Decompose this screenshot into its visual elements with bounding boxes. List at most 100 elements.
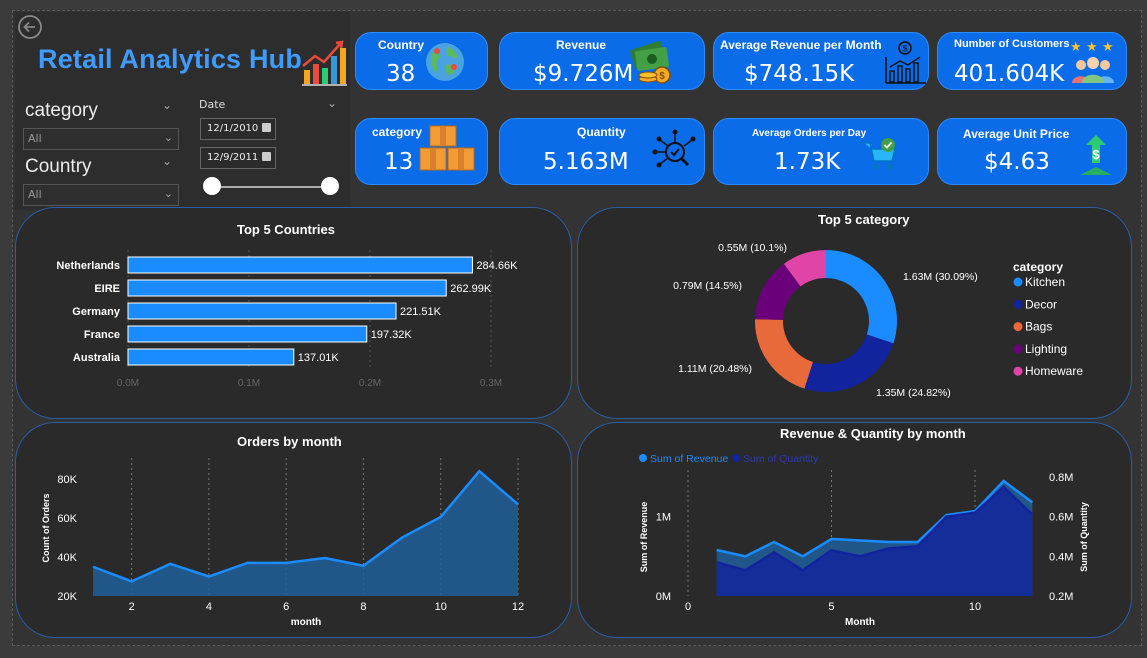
legend-marker [1013, 344, 1023, 354]
date-slicer-label: Date [199, 98, 226, 111]
kpi-card-avg-orders-day: Average Orders per Day 1.73K [713, 118, 929, 185]
category-slicer-dropdown[interactable]: All ⌄ [23, 128, 179, 150]
calendar-icon[interactable] [262, 152, 271, 161]
top5-countries-chart[interactable]: 0.0M 0.1M 0.2M 0.3M Netherlands 284.66K EIRE 26… [15, 240, 572, 410]
data-label: 137.01K [298, 352, 340, 364]
area-fill [93, 471, 518, 596]
svg-text:$: $ [1092, 147, 1100, 162]
data-label: 284.66K [476, 260, 518, 272]
category-label: France [84, 329, 120, 341]
revenue-quantity-chart[interactable]: Sum of Revenue Sum of Quantity 0 5 10 0M 1M 0.2… [577, 445, 1132, 635]
svg-text:$: $ [659, 71, 665, 82]
network-analysis-icon [652, 129, 696, 168]
boxes-icon [419, 125, 475, 171]
kpi-value: $4.63 [984, 149, 1050, 175]
start-date-input[interactable]: 12/1/2010 [200, 118, 276, 140]
kpi-value: 13 [384, 149, 414, 175]
y-right-tick-label: 0.4M [1049, 551, 1073, 563]
kpi-label: Average Orders per Day [752, 128, 867, 139]
x-tick-label: 0.0M [117, 378, 139, 389]
kpi-label: Average Unit Price [963, 127, 1070, 141]
kpi-card-revenue: Revenue $9.726M $ [499, 32, 705, 90]
category-label: Australia [73, 352, 121, 364]
chevron-down-icon: ⌄ [163, 131, 173, 144]
x-tick-label: 2 [129, 601, 135, 613]
kpi-label: Number of Customers [954, 38, 1070, 50]
globe-icon [426, 43, 464, 81]
date-slider-start-handle[interactable] [203, 177, 221, 195]
x-tick-label: 0.1M [238, 378, 260, 389]
y-tick-label: 80K [57, 474, 77, 486]
donut-slice [826, 250, 897, 344]
x-tick-label: 6 [283, 601, 289, 613]
y-right-tick-label: 0.8M [1049, 472, 1073, 484]
x-tick-label: 8 [360, 601, 366, 613]
x-tick-label: 5 [828, 601, 834, 613]
end-date-value: 12/9/2011 [207, 152, 259, 163]
chevron-down-icon[interactable]: ⌄ [162, 98, 172, 112]
money-growth-chart-icon: $ [885, 41, 926, 84]
legend-label: Lighting [1025, 342, 1067, 356]
donut-slice [755, 319, 813, 389]
kpi-value: 1.73K [774, 149, 841, 175]
orders-by-month-title: Orders by month [237, 434, 342, 449]
top5-category-chart[interactable]: 1.63M (30.09%) 1.35M (24.82%) 1.11M (20.48… [577, 225, 1132, 415]
svg-text:$: $ [902, 44, 907, 54]
end-date-input[interactable]: 12/9/2011 [200, 147, 276, 169]
slice-label: 0.79M (14.5%) [673, 280, 742, 292]
x-tick-label: 10 [969, 601, 981, 613]
legend-marker [1013, 366, 1023, 376]
x-tick-label: 0.2M [359, 378, 381, 389]
orders-by-month-chart[interactable]: 20K 40K 60K 80K 2 4 6 8 10 12 month Count of Orders [15, 450, 572, 635]
kpi-card-category: category 13 [355, 118, 488, 185]
kpi-value: 401.604K [954, 61, 1065, 87]
calendar-icon[interactable] [262, 123, 271, 132]
bar [127, 302, 397, 320]
x-axis-label: Month [845, 617, 875, 628]
dollar-growth-icon: $ [1080, 135, 1112, 175]
shopping-cart-check-icon [864, 138, 896, 170]
chevron-down-icon[interactable]: ⌄ [162, 154, 172, 168]
y-axis-label: Count of Orders [41, 494, 51, 563]
start-date-value: 12/1/2010 [207, 123, 259, 134]
kpi-value: 38 [386, 61, 416, 87]
x-tick-label: 4 [206, 601, 212, 613]
legend-label: Decor [1025, 297, 1057, 311]
slice-label: 1.11M (20.48%) [678, 363, 752, 375]
slice-label: 1.35M (24.82%) [876, 387, 951, 399]
legend-title: category [1013, 260, 1063, 274]
category-slicer-value: All [28, 132, 42, 145]
category-slicer-label: category [25, 100, 98, 121]
date-range-slider[interactable] [211, 186, 331, 188]
kpi-value: 5.163M [543, 149, 629, 175]
kpi-label: Revenue [556, 38, 607, 52]
legend-label: Sum of Revenue [650, 453, 728, 465]
svg-text:★: ★ [1102, 39, 1114, 54]
kpi-label: Average Revenue per Month [720, 38, 882, 52]
legend-label: Kitchen [1025, 275, 1065, 289]
x-tick-label: 12 [512, 601, 524, 613]
arrow-left-circle-icon[interactable] [17, 14, 43, 40]
bar [127, 256, 473, 274]
top5-countries-title: Top 5 Countries [237, 222, 335, 237]
customers-stars-icon: ★ ★ ★ [1070, 39, 1114, 83]
y-right-tick-label: 0.2M [1049, 591, 1073, 603]
legend-label: Sum of Quantity [743, 453, 819, 465]
legend-label: Homeware [1025, 364, 1083, 378]
legend-marker [1013, 299, 1023, 309]
country-slicer-dropdown[interactable]: All ⌄ [23, 184, 179, 206]
kpi-card-country: Country 38 [355, 32, 488, 90]
y-tick-label: 60K [57, 513, 77, 525]
svg-text:★: ★ [1086, 39, 1098, 54]
data-label: 197.32K [371, 329, 413, 341]
date-slider-end-handle[interactable] [321, 177, 339, 195]
y-tick-label: 40K [57, 552, 77, 564]
revenue-quantity-title: Revenue & Quantity by month [780, 426, 966, 441]
country-slicer-value: All [28, 188, 42, 201]
kpi-card-quantity: Quantity 5.163M [499, 118, 705, 185]
kpi-value: $748.15K [744, 61, 855, 87]
kpi-value: $9.726M [533, 61, 634, 87]
chevron-down-icon: ⌄ [163, 187, 173, 200]
chevron-down-icon[interactable]: ⌄ [327, 96, 337, 110]
donut-slice [804, 334, 894, 392]
